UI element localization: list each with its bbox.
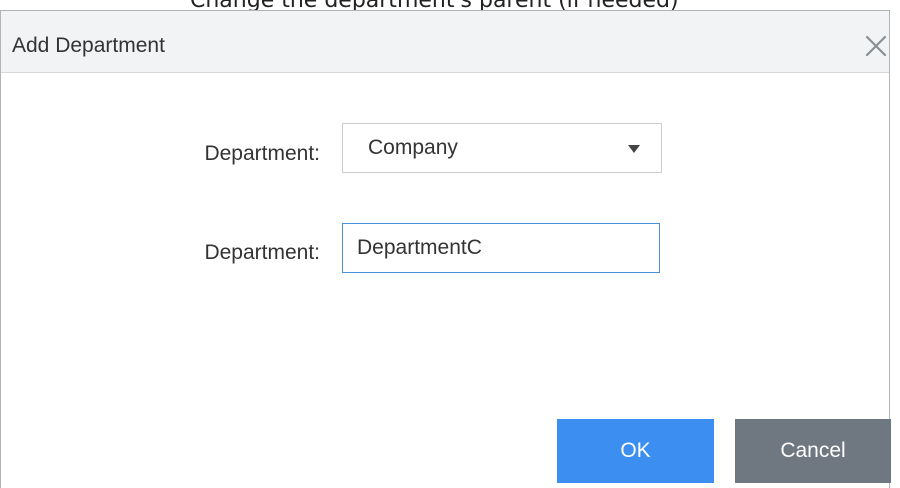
ok-button[interactable]: OK <box>557 419 714 483</box>
close-icon <box>865 35 887 57</box>
add-department-dialog: Add Department Department: Company Depar… <box>0 10 891 488</box>
dialog-titlebar: Add Department <box>1 11 889 73</box>
background-text: Change the department's parent (if neede… <box>190 0 679 10</box>
cancel-button[interactable]: Cancel <box>735 419 891 483</box>
department-name-label: Department: <box>204 241 320 264</box>
parent-department-label: Department: <box>204 142 320 165</box>
dialog-title: Add Department <box>12 34 165 57</box>
parent-department-select[interactable]: Company <box>342 123 662 173</box>
close-button[interactable] <box>863 33 889 59</box>
department-name-input[interactable] <box>342 223 660 273</box>
background-cropped-text: Change the department's parent (if neede… <box>0 0 900 10</box>
parent-department-value: Company <box>368 136 458 159</box>
chevron-down-icon <box>628 145 640 153</box>
